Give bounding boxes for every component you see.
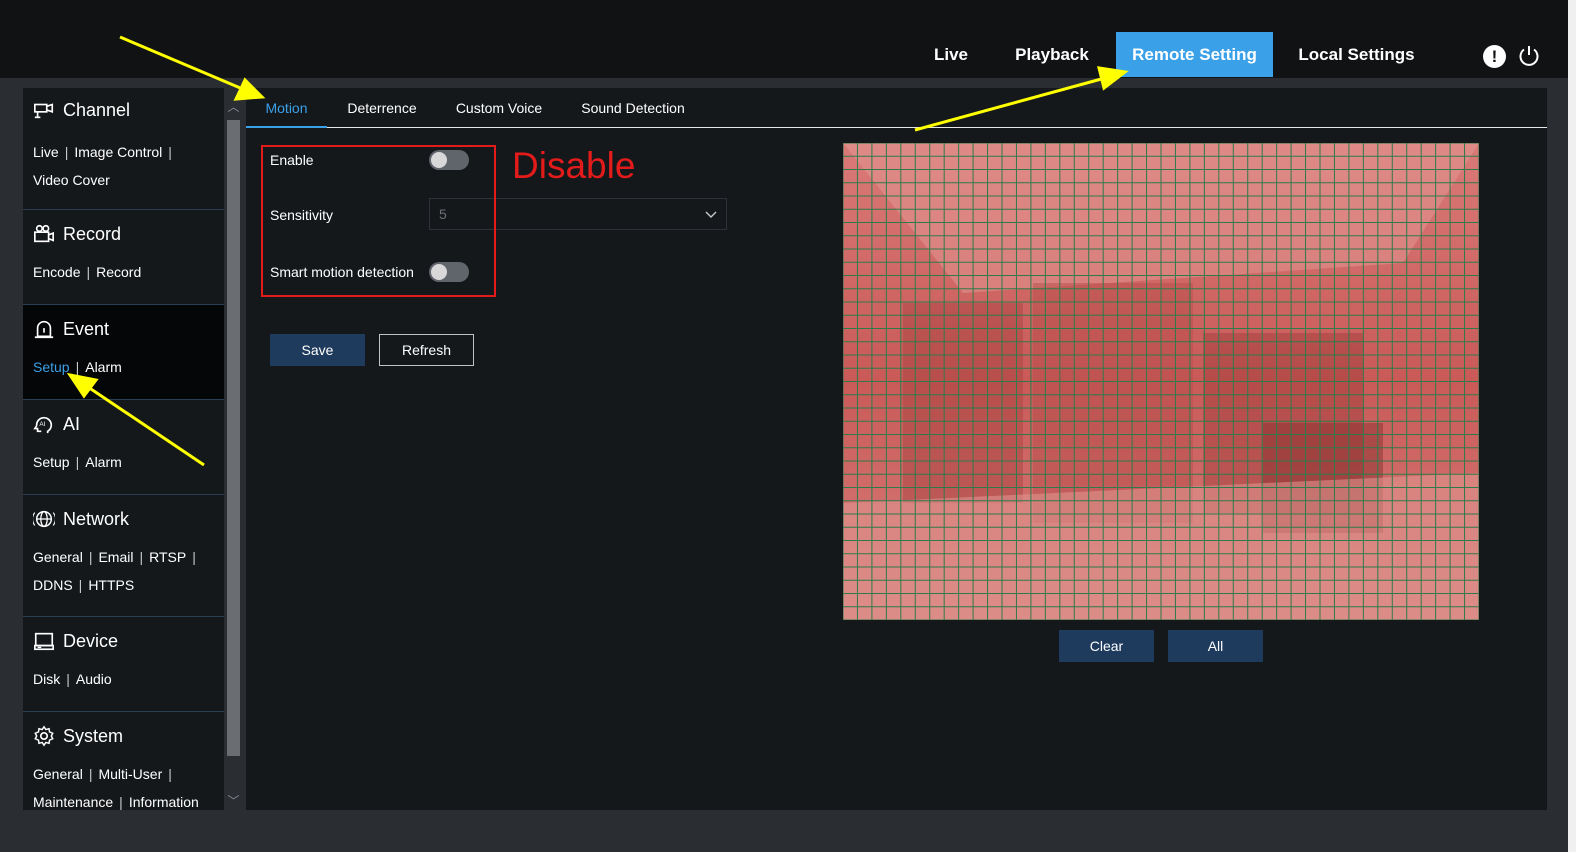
sidebar-section-system: System General | Multi-User | Maintenance | I… — [23, 712, 224, 811]
sidebar-link-encode[interactable]: Encode — [33, 264, 80, 280]
sidebar-link-image-control[interactable]: Image Control — [74, 144, 162, 160]
refresh-button[interactable]: Refresh — [379, 334, 474, 366]
sidebar-link-general[interactable]: General — [33, 549, 83, 565]
sidebar-title-ai[interactable]: AI AI — [33, 402, 216, 446]
nav-live[interactable]: Live — [918, 32, 984, 77]
sidebar-link-record[interactable]: Record — [96, 264, 141, 280]
record-icon — [34, 224, 54, 243]
main-panel: Motion Deterrence Custom Voice Sound Det… — [246, 88, 1547, 810]
camera-preview-image — [843, 143, 1479, 620]
separator: | — [66, 671, 70, 687]
separator: | — [75, 454, 80, 470]
sidebar-section-ai: AI AI Setup | Alarm — [23, 400, 224, 495]
sidebar-title-record-label: Record — [63, 223, 122, 244]
sidebar-link-live[interactable]: Live — [33, 144, 59, 160]
scroll-up-icon[interactable]: ︿ — [225, 98, 242, 116]
sidebar-link-event-setup[interactable]: Setup — [33, 359, 70, 375]
separator: | — [192, 549, 196, 565]
sidebar-link-rtsp[interactable]: RTSP — [149, 549, 186, 565]
annotation-disable-text: Disable — [512, 145, 636, 186]
sidebar-section-record: Record Encode | Record — [23, 210, 224, 305]
hdd-icon — [34, 632, 54, 651]
sidebar-title-network[interactable]: Network — [33, 497, 216, 541]
sidebar-link-ddns[interactable]: DDNS — [33, 577, 73, 593]
sidebar-link-video-cover[interactable]: Video Cover — [33, 172, 110, 188]
sidebar-title-channel[interactable]: Channel — [33, 88, 216, 132]
sidebar-title-channel-label: Channel — [63, 99, 131, 120]
separator: | — [168, 144, 172, 160]
sidebar-title-network-label: Network — [63, 508, 130, 529]
separator: | — [64, 144, 69, 160]
separator: | — [88, 766, 93, 782]
sidebar-link-multi-user[interactable]: Multi-User — [98, 766, 162, 782]
nav-local-settings[interactable]: Local Settings — [1288, 32, 1425, 77]
sidebar-link-audio[interactable]: Audio — [76, 671, 112, 687]
separator: | — [139, 549, 144, 565]
sidebar-link-ai-setup[interactable]: Setup — [33, 454, 70, 470]
sidebar-link-event-alarm[interactable]: Alarm — [85, 359, 122, 375]
gear-icon — [34, 725, 54, 747]
save-button[interactable]: Save — [270, 334, 365, 366]
sidebar-link-https[interactable]: HTTPS — [88, 577, 134, 593]
scroll-down-icon[interactable]: ﹀ — [225, 792, 242, 810]
camera-icon — [34, 103, 54, 119]
sidebar-link-system-general[interactable]: General — [33, 766, 83, 782]
sidebar-link-disk[interactable]: Disk — [33, 671, 60, 687]
ai-icon: AI — [33, 416, 53, 434]
separator: | — [168, 766, 172, 782]
tab-custom-voice[interactable]: Custom Voice — [444, 88, 554, 128]
chevron-down-icon — [705, 211, 717, 218]
sidebar-section-network: Network General | Email | RTSP | DDNS | HTTPS — [23, 495, 224, 617]
exclamation-icon[interactable]: ! — [1483, 45, 1506, 68]
nav-remote-setting[interactable]: Remote Setting — [1116, 32, 1273, 77]
sidebar-title-system-label: System — [63, 725, 124, 746]
separator: | — [88, 549, 93, 565]
sidebar-section-device: Device Disk | Audio — [23, 617, 224, 712]
power-icon[interactable] — [1517, 44, 1541, 68]
sidebar-link-email[interactable]: Email — [98, 549, 133, 565]
separator: | — [78, 577, 83, 593]
select-all-button[interactable]: All — [1168, 630, 1263, 662]
sidebar-title-event-label: Event — [63, 318, 110, 339]
annotation-box — [261, 145, 496, 297]
sidebar-title-device-label: Device — [63, 630, 119, 651]
nav-playback[interactable]: Playback — [1002, 32, 1102, 77]
sidebar-link-information[interactable]: Information — [129, 794, 199, 810]
separator: | — [119, 794, 123, 810]
motion-area-preview[interactable] — [843, 143, 1479, 620]
tab-deterrence[interactable]: Deterrence — [334, 88, 430, 128]
sidebar-section-channel: Channel Live | Image Control | Video Cover — [23, 88, 224, 210]
separator: | — [86, 264, 91, 280]
sidebar-title-device[interactable]: Device — [33, 619, 216, 663]
tab-sound-detection[interactable]: Sound Detection — [570, 88, 696, 128]
clear-button[interactable]: Clear — [1059, 630, 1154, 662]
sidebar-title-record[interactable]: Record — [33, 212, 216, 256]
alarm-icon — [34, 320, 54, 339]
sidebar-link-ai-alarm[interactable]: Alarm — [85, 454, 122, 470]
tab-bar: Motion Deterrence Custom Voice Sound Det… — [246, 88, 1547, 128]
sidebar-section-event: Event Setup | Alarm — [23, 305, 224, 400]
sidebar-scrollbar[interactable]: ︿ ﹀ — [225, 98, 242, 810]
sidebar-title-event[interactable]: Event — [33, 307, 216, 351]
sidebar: Channel Live | Image Control | Video Cover … — [23, 88, 224, 810]
svg-text:AI: AI — [39, 421, 45, 428]
window-edge — [1568, 0, 1576, 852]
sidebar-link-maintenance[interactable]: Maintenance — [33, 794, 113, 810]
scroll-thumb[interactable] — [227, 120, 240, 756]
separator: | — [75, 359, 80, 375]
globe-icon — [33, 510, 55, 528]
sidebar-title-ai-label: AI — [63, 413, 81, 434]
tab-motion[interactable]: Motion — [246, 88, 327, 128]
sidebar-title-system[interactable]: System — [33, 714, 216, 758]
top-bar: Live Playback Remote Setting Local Setti… — [0, 0, 1576, 78]
